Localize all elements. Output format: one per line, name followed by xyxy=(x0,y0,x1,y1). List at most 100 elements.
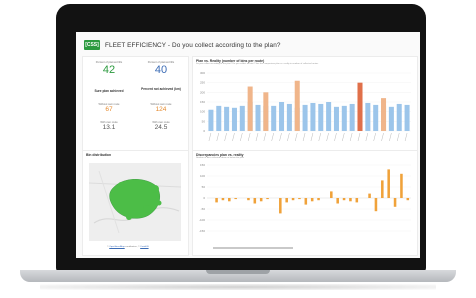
bar xyxy=(285,198,288,203)
x-tick-label xyxy=(287,132,290,142)
bar xyxy=(333,106,339,131)
x-tick-label xyxy=(302,132,306,142)
kpi-value: 67 xyxy=(105,106,113,113)
kpi-value: 124 xyxy=(155,106,167,113)
chart-scrollbar[interactable] xyxy=(213,247,293,249)
y-tick-label: -50 xyxy=(201,207,206,211)
chart-subtitle: Number of bins collected above or below … xyxy=(196,157,244,159)
bar xyxy=(368,193,371,198)
kpi-planned-lifts-2: Percent of planned lifts 40 xyxy=(135,61,187,77)
x-tick-label xyxy=(240,132,243,142)
x-tick-label xyxy=(247,132,251,142)
y-tick-label: 0 xyxy=(203,196,205,200)
x-tick-label xyxy=(294,132,298,142)
kpi-value: 42 xyxy=(102,64,116,76)
bar xyxy=(266,198,269,200)
bin-map[interactable] xyxy=(89,163,181,241)
bar xyxy=(406,198,410,201)
kpi-header-right: Percent not achieved (km) xyxy=(135,87,187,91)
x-tick-label xyxy=(271,132,274,142)
y-tick-label: 50 xyxy=(202,185,206,189)
y-tick-label: 300 xyxy=(200,71,205,75)
bar xyxy=(302,104,308,131)
y-tick-label: -100 xyxy=(199,218,205,222)
x-tick-label xyxy=(279,132,282,142)
cartodb-link[interactable]: CartoDB xyxy=(140,246,148,248)
bar xyxy=(298,198,301,200)
bar xyxy=(318,103,324,131)
bar xyxy=(239,105,245,131)
y-tick-label: 100 xyxy=(200,110,205,114)
y-tick-label: 150 xyxy=(200,163,205,167)
bar xyxy=(349,198,352,202)
discrepancy-chart: 150 100 50 0 -50 -100 -150 xyxy=(199,163,411,233)
laptop-shadow xyxy=(40,284,436,290)
bar xyxy=(310,198,314,202)
y-tick-label: -150 xyxy=(199,229,205,233)
kpi-right-sub: Without own route 124 xyxy=(135,103,187,114)
bar xyxy=(271,105,277,131)
y-tick-label: 200 xyxy=(200,90,205,94)
bar xyxy=(259,198,263,202)
bar xyxy=(247,86,253,131)
page-title: FLEET EFFICIENCY - Do you collect accord… xyxy=(105,41,281,49)
x-tick-label xyxy=(396,132,400,142)
bar xyxy=(400,173,403,198)
bar xyxy=(330,191,333,198)
x-tick-label xyxy=(381,132,384,142)
bar xyxy=(231,107,237,131)
kpi-value: 13.1 xyxy=(102,124,116,131)
map-attribution: © OpenStreetMap contributors, © CartoDB xyxy=(107,246,149,248)
bar xyxy=(387,169,390,198)
y-tick-label: 0 xyxy=(203,129,205,133)
bar xyxy=(279,198,282,214)
bar xyxy=(396,103,402,131)
bar xyxy=(216,105,222,131)
bar xyxy=(247,198,250,201)
bar xyxy=(263,92,269,131)
x-tick-label xyxy=(255,132,259,142)
bar xyxy=(291,198,295,201)
bar xyxy=(255,104,261,131)
bar xyxy=(374,198,378,212)
plan-vs-reality-chart: 300 250 200 150 100 50 0 xyxy=(200,71,411,142)
x-tick-label xyxy=(357,132,361,142)
kpi-left-bottom: With own route 13.1 xyxy=(83,121,135,132)
x-tick-label xyxy=(334,132,337,142)
bar xyxy=(228,198,231,202)
x-tick-label xyxy=(373,132,376,142)
bar xyxy=(373,104,379,131)
chart-subtitle: Do you collect according to the plan? Do… xyxy=(196,63,319,65)
bar xyxy=(349,103,355,131)
bar xyxy=(388,106,394,131)
bar xyxy=(221,198,225,201)
y-tick-label: 50 xyxy=(202,119,206,123)
bar xyxy=(317,198,320,201)
y-tick-label: 150 xyxy=(200,100,205,104)
bar xyxy=(326,102,332,131)
bar xyxy=(341,105,347,131)
bin-map-panel: Bin distribution © OpenStreetMap contrib… xyxy=(82,150,189,256)
discrepancy-panel: Discrepancies plan vs. reality Number of… xyxy=(192,150,418,256)
x-tick-label xyxy=(310,132,314,142)
brand-logo[interactable]: [CSS] xyxy=(84,40,100,50)
y-tick-label: 100 xyxy=(200,174,205,178)
bar xyxy=(336,198,339,204)
bar xyxy=(365,102,371,131)
x-tick-label xyxy=(404,132,408,142)
laptop-notch xyxy=(206,270,270,274)
map-graphic xyxy=(89,170,181,234)
kpi-value: 24.5 xyxy=(154,124,168,131)
x-tick-label xyxy=(342,132,345,142)
x-tick-label xyxy=(232,132,235,142)
bar xyxy=(404,104,410,131)
dashboard-screen: [CSS] FLEET EFFICIENCY - Do you collect … xyxy=(76,32,420,258)
attribution-text: contributors, © xyxy=(125,246,140,248)
kpi-planned-lifts-1: Percent of planned lifts 42 xyxy=(83,61,135,77)
osm-link[interactable]: OpenStreetMap xyxy=(109,246,124,248)
bar xyxy=(357,82,363,131)
map-title: Bin distribution xyxy=(86,153,112,157)
bar xyxy=(393,198,397,207)
x-tick-label xyxy=(389,132,392,142)
bar xyxy=(342,198,346,201)
